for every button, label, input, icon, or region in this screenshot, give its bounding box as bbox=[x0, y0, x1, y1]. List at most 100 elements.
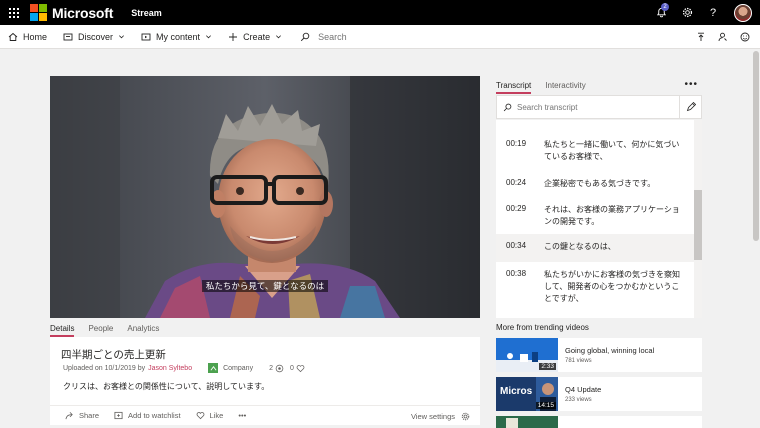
tab-interactivity[interactable]: Interactivity bbox=[545, 76, 585, 94]
video-thumbnail bbox=[496, 416, 558, 428]
watchlist-icon bbox=[114, 411, 123, 420]
page-scrollbar[interactable] bbox=[752, 49, 760, 428]
chevron-down-icon bbox=[206, 35, 212, 39]
transcript-entry[interactable]: 00:19 私たちと一緒に働いて、何かに気づいているお客様で、 bbox=[496, 120, 694, 168]
chevron-down-icon bbox=[119, 35, 124, 39]
video-caption: 私たちから見て、鍵となるのは bbox=[50, 280, 480, 292]
transcript-more-button[interactable]: ••• bbox=[684, 79, 698, 90]
action-bar: Share Add to watchlist Like ••• View set… bbox=[50, 405, 480, 425]
nav-discover-label: Discover bbox=[78, 31, 114, 42]
trending-video-item[interactable] bbox=[496, 416, 702, 428]
waffle-icon bbox=[9, 7, 19, 18]
transcript-entry[interactable]: 00:29 それは、お客様の業務アプリケーションの開発です。 bbox=[496, 196, 694, 234]
search-input[interactable] bbox=[318, 31, 519, 42]
nav-discover[interactable]: Discover bbox=[55, 25, 133, 49]
top-bar: Microsoft Stream 2 ? bbox=[0, 0, 760, 25]
feedback-button[interactable] bbox=[734, 25, 756, 49]
search-icon bbox=[300, 32, 310, 41]
video-player[interactable]: 私たちから見て、鍵となるのは bbox=[50, 76, 480, 318]
avatar bbox=[734, 3, 752, 22]
company-badge[interactable]: Company bbox=[208, 363, 253, 373]
details-card: 四半期ごとの売上更新 Uploaded on 10/1/2019 by Jaso… bbox=[50, 337, 480, 405]
trending-title: More from trending videos bbox=[496, 323, 589, 332]
notification-badge: 2 bbox=[661, 3, 669, 11]
upload-button[interactable] bbox=[690, 25, 712, 49]
author-link[interactable]: Jason Syltebo bbox=[148, 365, 192, 372]
nav-create[interactable]: Create bbox=[220, 25, 290, 49]
nav-home[interactable]: Home bbox=[0, 25, 55, 49]
trending-video-title: Going global, winning local bbox=[565, 346, 655, 355]
views-count: 2 bbox=[269, 364, 284, 373]
company-label: Company bbox=[223, 364, 254, 372]
more-actions-button[interactable]: ••• bbox=[238, 411, 246, 420]
video-description: クリスは、お客様との関係性について、説明しています。 bbox=[63, 382, 270, 391]
upload-info: Uploaded on 10/1/2019 by bbox=[63, 364, 146, 372]
video-title: 四半期ごとの売上更新 bbox=[61, 349, 166, 361]
notifications-button[interactable]: 2 bbox=[648, 0, 674, 25]
plus-icon bbox=[229, 32, 238, 41]
nav-bar: Home Discover My content Create bbox=[0, 25, 760, 49]
video-thumbnail: 2:33 bbox=[496, 338, 558, 372]
trending-video-title: Q4 Update bbox=[565, 385, 602, 394]
transcript-search-input[interactable] bbox=[517, 102, 667, 112]
nav-my-content-label: My content bbox=[156, 31, 201, 42]
person-icon bbox=[718, 32, 727, 42]
add-to-watchlist-button[interactable]: Add to watchlist bbox=[114, 411, 181, 420]
transcript-search bbox=[496, 95, 702, 119]
trending-video-views: 781 views bbox=[565, 358, 592, 364]
upload-icon bbox=[698, 32, 704, 41]
app-name[interactable]: Stream bbox=[131, 8, 162, 18]
gear-icon bbox=[461, 412, 470, 420]
settings-button[interactable] bbox=[674, 0, 700, 25]
likes-count: 0 bbox=[290, 364, 305, 373]
like-button[interactable]: Like bbox=[196, 411, 223, 420]
video-duration: 14:15 bbox=[535, 402, 556, 409]
transcript-list[interactable]: 00:19 私たちと一緒に働いて、何かに気づいているお客様で、 00:24 企業… bbox=[496, 120, 694, 318]
view-settings-button[interactable]: View settings bbox=[411, 406, 470, 426]
help-button[interactable]: ? bbox=[700, 0, 726, 25]
tab-transcript[interactable]: Transcript bbox=[496, 76, 532, 94]
transcript-tabs: Transcript Interactivity ••• bbox=[496, 76, 702, 94]
smiley-icon bbox=[740, 32, 750, 42]
microsoft-logo-icon bbox=[30, 4, 47, 21]
home-icon bbox=[8, 32, 18, 41]
transcript-entry-active[interactable]: 00:34 この鍵となるのは、 bbox=[496, 234, 694, 262]
person-button[interactable] bbox=[712, 25, 734, 49]
share-button[interactable]: Share bbox=[65, 411, 99, 420]
pencil-icon bbox=[686, 102, 696, 112]
thumbnail-text: Micros bbox=[500, 386, 533, 397]
chevron-down-icon bbox=[276, 35, 282, 39]
nav-create-label: Create bbox=[243, 31, 271, 42]
transcript-scrollbar[interactable] bbox=[694, 120, 702, 318]
video-duration: 2:33 bbox=[539, 363, 556, 370]
edit-transcript-button[interactable] bbox=[679, 96, 701, 118]
heart-icon bbox=[196, 412, 204, 420]
gear-icon bbox=[682, 7, 692, 18]
eye-icon bbox=[275, 364, 284, 372]
share-icon bbox=[65, 412, 73, 420]
trending-video-item[interactable]: 2:33 Going global, winning local 781 vie… bbox=[496, 338, 702, 372]
details-tabs: Details People Analytics bbox=[50, 319, 173, 337]
brand-name: Microsoft bbox=[52, 4, 114, 21]
trending-video-item[interactable]: Micros 14:15 Q4 Update 233 views bbox=[496, 377, 702, 411]
trending-video-views: 233 views bbox=[565, 397, 592, 403]
search-icon bbox=[503, 103, 512, 111]
nav-my-content[interactable]: My content bbox=[133, 25, 220, 49]
account-button[interactable] bbox=[726, 0, 760, 25]
tab-analytics[interactable]: Analytics bbox=[127, 319, 159, 337]
app-launcher-button[interactable] bbox=[0, 0, 28, 25]
video-meta: Uploaded on 10/1/2019 by Jason Syltebo C… bbox=[63, 363, 305, 373]
microsoft-logo[interactable]: Microsoft bbox=[30, 4, 113, 21]
transcript-entry[interactable]: 00:24 企業秘密でもある気づきです。 bbox=[496, 168, 694, 196]
nav-home-label: Home bbox=[23, 31, 48, 42]
heart-icon bbox=[296, 364, 305, 372]
company-icon bbox=[208, 363, 219, 373]
discover-icon bbox=[63, 33, 73, 40]
question-icon: ? bbox=[709, 6, 717, 19]
video-thumbnail: Micros 14:15 bbox=[496, 377, 558, 411]
tab-people[interactable]: People bbox=[88, 319, 113, 337]
nav-search bbox=[290, 31, 519, 42]
transcript-entry[interactable]: 00:38 私たちがいかにお客様の気づきを察知して、開発者の心をつかむかというこ… bbox=[496, 262, 694, 318]
video-icon bbox=[141, 33, 151, 40]
tab-details[interactable]: Details bbox=[50, 319, 75, 337]
